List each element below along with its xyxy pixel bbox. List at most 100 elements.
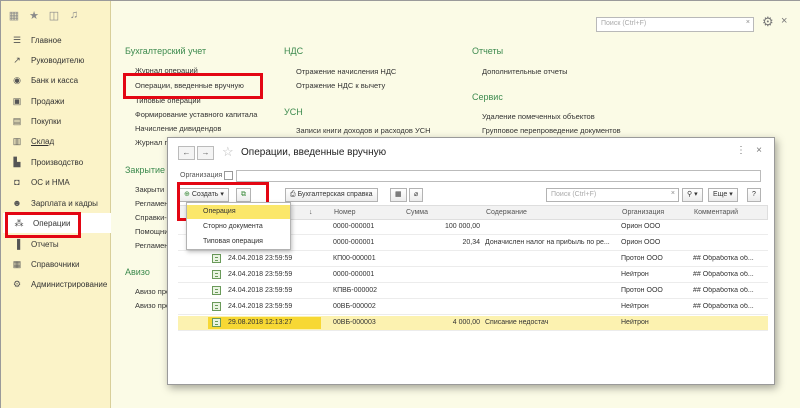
document-icon — [212, 254, 221, 263]
sidebar-item-sales[interactable]: ▣ Продажи — [1, 91, 111, 111]
gear-icon: ⚙ — [12, 278, 22, 289]
table-row[interactable]: 24.04.2018 23:59:59 КП00-000001 Протон О… — [178, 252, 768, 267]
help-button[interactable]: ? — [747, 188, 761, 202]
close-icon[interactable]: × — [756, 145, 762, 156]
column-header-number[interactable]: Номер — [334, 209, 356, 216]
trend-icon: ↗ — [13, 54, 21, 65]
link-vat-deduction[interactable]: Отражение НДС к вычету — [296, 81, 385, 90]
organization-label: Организация — [180, 172, 223, 179]
menu-item-operation[interactable]: Операция — [187, 205, 290, 219]
link-typical-operations[interactable]: Типовые операции — [135, 96, 201, 105]
link-repost-documents[interactable]: Групповое перепроведение документов — [482, 126, 621, 135]
link-closing-5[interactable]: Регламен — [135, 241, 168, 250]
link-dividends[interactable]: Начисление дивидендов — [135, 124, 221, 133]
table-row-selected[interactable]: 29.08.2018 12:13:27 00ВБ-000003 4 000,00… — [178, 316, 768, 331]
sidebar-toolbar: ▦ ★ ◫ ♫ — [1, 1, 110, 29]
book-icon: ▦ — [12, 258, 22, 269]
organization-checkbox[interactable] — [224, 171, 233, 180]
gear-icon[interactable]: ⚙ — [762, 14, 774, 30]
more-button[interactable]: Еще ▾ — [708, 188, 738, 202]
section-title-aviso: Авизо — [125, 267, 150, 277]
warehouse-icon: ▥ — [12, 135, 22, 146]
window-title: Операции, введенные вручную — [241, 147, 387, 158]
forward-button[interactable]: → — [197, 146, 214, 160]
star-icon[interactable]: ☆ — [222, 144, 234, 160]
table-row[interactable]: 24.04.2018 23:59:59 КПВБ-000002 Протон О… — [178, 284, 768, 299]
column-header-sum[interactable]: Сумма — [406, 209, 428, 216]
sidebar-item-bank[interactable]: ◉ Банк и касса — [1, 70, 111, 90]
star-icon[interactable]: ★ — [28, 9, 40, 22]
clear-icon[interactable]: × — [671, 190, 675, 197]
section-title-accounting: Бухгалтерский учет — [125, 46, 207, 56]
search-button[interactable]: ⚲ ▾ — [682, 188, 703, 202]
link-closing-1[interactable]: Закрыти — [135, 185, 164, 194]
sidebar-item-operations[interactable]: ⁂ Операции — [3, 213, 111, 233]
sidebar-item-purchases[interactable]: ▤ Покупки — [1, 111, 111, 131]
link-aviso-2[interactable]: Авизо про — [135, 301, 170, 310]
copy-button[interactable]: ⧉ — [236, 188, 251, 202]
sidebar-item-label: Администрирование — [31, 279, 108, 289]
back-button[interactable]: ← — [178, 146, 195, 160]
sidebar-item-payroll[interactable]: ☻ Зарплата и кадры — [1, 193, 111, 213]
sidebar-item-main[interactable]: ☰ Главное — [1, 30, 111, 50]
link-additional-reports[interactable]: Дополнительные отчеты — [482, 67, 568, 76]
arrow-right-icon: → — [201, 148, 210, 157]
column-header-content[interactable]: Содержание — [486, 209, 527, 216]
sidebar-item-label: Главное — [31, 35, 62, 45]
accounting-reference-button[interactable]: ⎙ Бухгалтерская справка — [285, 188, 378, 202]
organization-field[interactable] — [236, 170, 761, 182]
document-icon — [212, 318, 221, 327]
clear-icon[interactable]: × — [746, 19, 750, 26]
menu-item-typical-operation[interactable]: Типовая операция — [187, 235, 290, 249]
attach-button[interactable]: ⌀ — [409, 188, 424, 202]
car-icon: ◘ — [14, 177, 20, 187]
link-journal-2[interactable]: Журнал п — [135, 138, 169, 147]
link-delete-marked[interactable]: Удаление помеченных объектов — [482, 112, 595, 121]
plus-icon: ⊕ — [184, 191, 190, 198]
link-closing-3[interactable]: Справки-р — [135, 213, 171, 222]
link-manual-operations[interactable]: Операции, введенные вручную — [135, 81, 244, 90]
create-dropdown-menu: Операция Сторно документа Типовая операц… — [186, 202, 291, 250]
menu-item-storno[interactable]: Сторно документа — [187, 220, 290, 234]
structure-button[interactable]: ▦ — [390, 188, 407, 202]
close-icon[interactable]: × — [781, 15, 787, 27]
link-journal[interactable]: Журнал операций — [135, 66, 198, 75]
sort-icon[interactable]: ↓ — [309, 209, 313, 216]
create-button[interactable]: ⊕ Создать ▾ — [179, 188, 229, 202]
link-closing-2[interactable]: Регламен — [135, 199, 168, 208]
sidebar-item-director[interactable]: ↗ Руководителю — [1, 50, 111, 70]
sidebar: ▦ ★ ◫ ♫ ☰ Главное ↗ Руководителю ◉ Банк … — [1, 1, 111, 408]
manual-operations-window: ← → ☆ Операции, введенные вручную ⋮ × Ор… — [167, 137, 775, 385]
link-closing-4[interactable]: Помощни — [135, 227, 168, 236]
paperclip-icon: ⌀ — [414, 191, 419, 198]
app-window: ▦ ★ ◫ ♫ ☰ Главное ↗ Руководителю ◉ Банк … — [0, 0, 800, 408]
column-header-organization[interactable]: Организация — [622, 209, 664, 216]
sidebar-item-catalogs[interactable]: ▦ Справочники — [1, 254, 111, 274]
sidebar-item-reports[interactable]: ▐ Отчеты — [1, 234, 111, 254]
list-search-input[interactable]: Поиск (Ctrl+F) × — [546, 188, 679, 202]
table-row[interactable]: 24.04.2018 23:59:59 00ВБ-000002 Нейтрон … — [178, 300, 768, 315]
link-capital[interactable]: Формирование уставного капитала — [135, 110, 257, 119]
history-icon[interactable]: ◫ — [48, 9, 60, 22]
bell-icon[interactable]: ♫ — [68, 9, 80, 21]
link-vat-accrual[interactable]: Отражение начисления НДС — [296, 67, 396, 76]
sidebar-item-warehouse[interactable]: ▥ Склад — [1, 131, 111, 151]
chart-icon: ▐ — [13, 239, 21, 249]
link-usn-book[interactable]: Записи книги доходов и расходов УСН — [296, 126, 431, 135]
menu-icon: ☰ — [12, 34, 22, 45]
sidebar-item-label: Продажи — [31, 96, 65, 106]
table-row[interactable]: 24.04.2018 23:59:59 0000-000001 Нейтрон … — [178, 268, 768, 283]
column-header-comment[interactable]: Комментарий — [694, 209, 738, 216]
printer-icon: ⎙ — [290, 191, 296, 198]
sidebar-item-label: Операции — [33, 218, 71, 228]
grid-icon[interactable]: ▦ — [8, 9, 20, 22]
sidebar-item-production[interactable]: ▙ Производство — [1, 152, 111, 172]
section-title-service: Сервис — [472, 92, 503, 102]
global-search-input[interactable]: Поиск (Ctrl+F) × — [596, 17, 754, 32]
sidebar-item-assets[interactable]: ◘ ОС и НМА — [1, 172, 111, 192]
operations-icon: ⁂ — [14, 217, 24, 228]
sidebar-item-label: ОС и НМА — [31, 177, 70, 187]
link-aviso-1[interactable]: Авизо про — [135, 287, 170, 296]
more-options-icon[interactable]: ⋮ — [736, 145, 746, 156]
sidebar-item-admin[interactable]: ⚙ Администрирование — [1, 274, 111, 294]
